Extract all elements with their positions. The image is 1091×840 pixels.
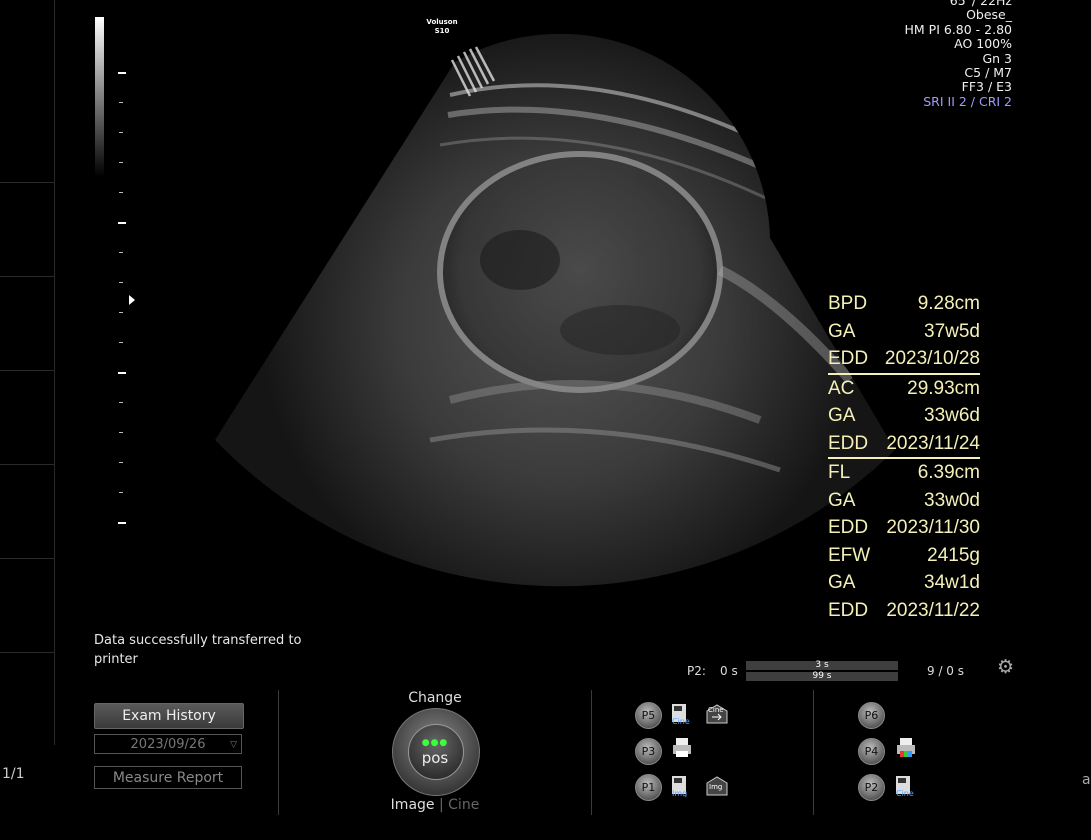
p2-button[interactable]: P2 — [858, 774, 885, 801]
divider — [278, 690, 279, 815]
send-image-icon[interactable]: Img — [706, 775, 728, 797]
measurement-value: 2023/11/22 — [886, 599, 980, 621]
gear-icon[interactable]: ⚙ — [997, 656, 1014, 678]
mode-divider: | — [438, 797, 444, 813]
measurement-value: 2023/11/30 — [886, 517, 980, 538]
color-printer-icon[interactable] — [895, 737, 917, 759]
param-line: FF3 / E3 — [961, 79, 1012, 95]
param-line: Obese_ — [966, 7, 1012, 23]
divider — [813, 690, 814, 815]
measurement-value: 2023/11/24 — [886, 432, 980, 454]
send-cine-icon[interactable]: Cine — [706, 703, 728, 725]
measurement-row: FL 6.39cm — [828, 459, 980, 487]
measurement-label: EDD — [828, 599, 869, 621]
p1-button[interactable]: P1 — [635, 774, 662, 801]
exam-date-select[interactable]: 2023/09/26 ▽ — [94, 734, 242, 754]
icon-text: Img — [709, 783, 722, 791]
printer-icon[interactable] — [671, 737, 693, 759]
icon-text: Cine — [708, 706, 724, 714]
indicator-dots-icon: ●●● — [421, 738, 449, 748]
p4-button[interactable]: P4 — [858, 738, 885, 765]
measurement-value: 2415g — [927, 544, 980, 566]
imaging-parameters: 65°/ 22Hz Obese_ HM PI 6.80 - 2.80 AO 10… — [905, 0, 1012, 109]
chevron-down-icon: ▽ — [230, 740, 237, 750]
measurement-label: GA — [828, 489, 856, 511]
pos-label: pos — [421, 749, 449, 767]
save-to-cine-icon[interactable]: Cine — [895, 775, 917, 797]
exam-date-value: 2023/09/26 — [130, 737, 206, 752]
measurement-results: BPD 9.28cm GA 37w5d EDD 2023/10/28 AC 29.93c… — [828, 290, 980, 624]
measurement-row: EDD 2023/10/28 — [828, 345, 980, 375]
edge-text: a — [1082, 772, 1091, 788]
p3-button[interactable]: P3 — [635, 738, 662, 765]
save-image-icon[interactable]: Img — [671, 775, 693, 797]
measurement-value: 9.28cm — [917, 293, 980, 314]
divider — [591, 690, 592, 815]
measurement-value: 34w1d — [924, 572, 980, 593]
cine-preset-label: P2: — [687, 664, 706, 678]
cine-bar-top[interactable]: 3 s — [746, 661, 898, 670]
measurement-row: GA 33w0d — [828, 487, 980, 515]
icon-text: Img — [672, 789, 687, 797]
measurement-row: EDD 2023/11/24 — [828, 430, 980, 459]
measurement-row: AC 29.93cm — [828, 375, 980, 403]
p5-button[interactable]: P5 — [635, 702, 662, 729]
measurement-label: FL — [828, 462, 851, 483]
measurement-value: 29.93cm — [907, 377, 980, 399]
measurement-label: EDD — [828, 432, 869, 454]
param-line: Gn 3 — [982, 50, 1012, 66]
image-mode-label: Image — [390, 797, 435, 813]
measurement-label: EDD — [828, 348, 869, 369]
measurement-label: EFW — [828, 544, 871, 566]
change-label: Change — [408, 690, 462, 706]
measurement-row: BPD 9.28cm — [828, 290, 980, 318]
exam-history-button[interactable]: Exam History — [94, 703, 244, 729]
measurement-value: 37w5d — [924, 320, 980, 342]
measurement-value: 2023/10/28 — [884, 348, 980, 369]
icon-text: Cine — [896, 789, 914, 797]
cine-end-time: 9 / 0 s — [927, 664, 965, 678]
cine-start-time: 0 s — [720, 664, 738, 678]
param-line: C5 / M7 — [964, 65, 1012, 81]
measurement-row: GA 33w6d — [828, 402, 980, 430]
p6-button[interactable]: P6 — [858, 702, 885, 729]
measure-report-button[interactable]: Measure Report — [94, 766, 242, 789]
measurement-row: GA 37w5d — [828, 318, 980, 346]
measurement-row: EDD 2023/11/22 — [828, 597, 980, 625]
measurement-value: 33w0d — [924, 489, 980, 511]
measurement-value: 33w6d — [924, 405, 980, 426]
save-to-cine-icon[interactable]: Cine — [671, 703, 693, 725]
param-line: HM PI 6.80 - 2.80 — [904, 21, 1012, 37]
measurement-value: 6.39cm — [917, 462, 980, 483]
measurement-label: GA — [828, 320, 856, 342]
image-cine-toggle[interactable]: Image | Cine — [385, 797, 485, 813]
measurement-label: AC — [828, 377, 855, 399]
measurement-label: GA — [828, 405, 856, 426]
icon-text: Cine — [672, 717, 690, 725]
measurement-row: GA 34w1d — [828, 569, 980, 597]
cine-bar-bottom[interactable]: 99 s — [746, 672, 898, 681]
measurement-row: EFW 2415g — [828, 542, 980, 570]
cine-mode-label: Cine — [448, 797, 480, 813]
measurement-label: BPD — [828, 293, 868, 314]
param-line-highlight: SRI II 2 / CRI 2 — [923, 93, 1012, 109]
measurement-label: EDD — [828, 517, 869, 538]
measurement-label: GA — [828, 572, 856, 593]
measurement-row: EDD 2023/11/30 — [828, 514, 980, 542]
status-message: Data successfully transferred to printer — [94, 633, 302, 667]
param-line: AO 100% — [954, 36, 1012, 52]
